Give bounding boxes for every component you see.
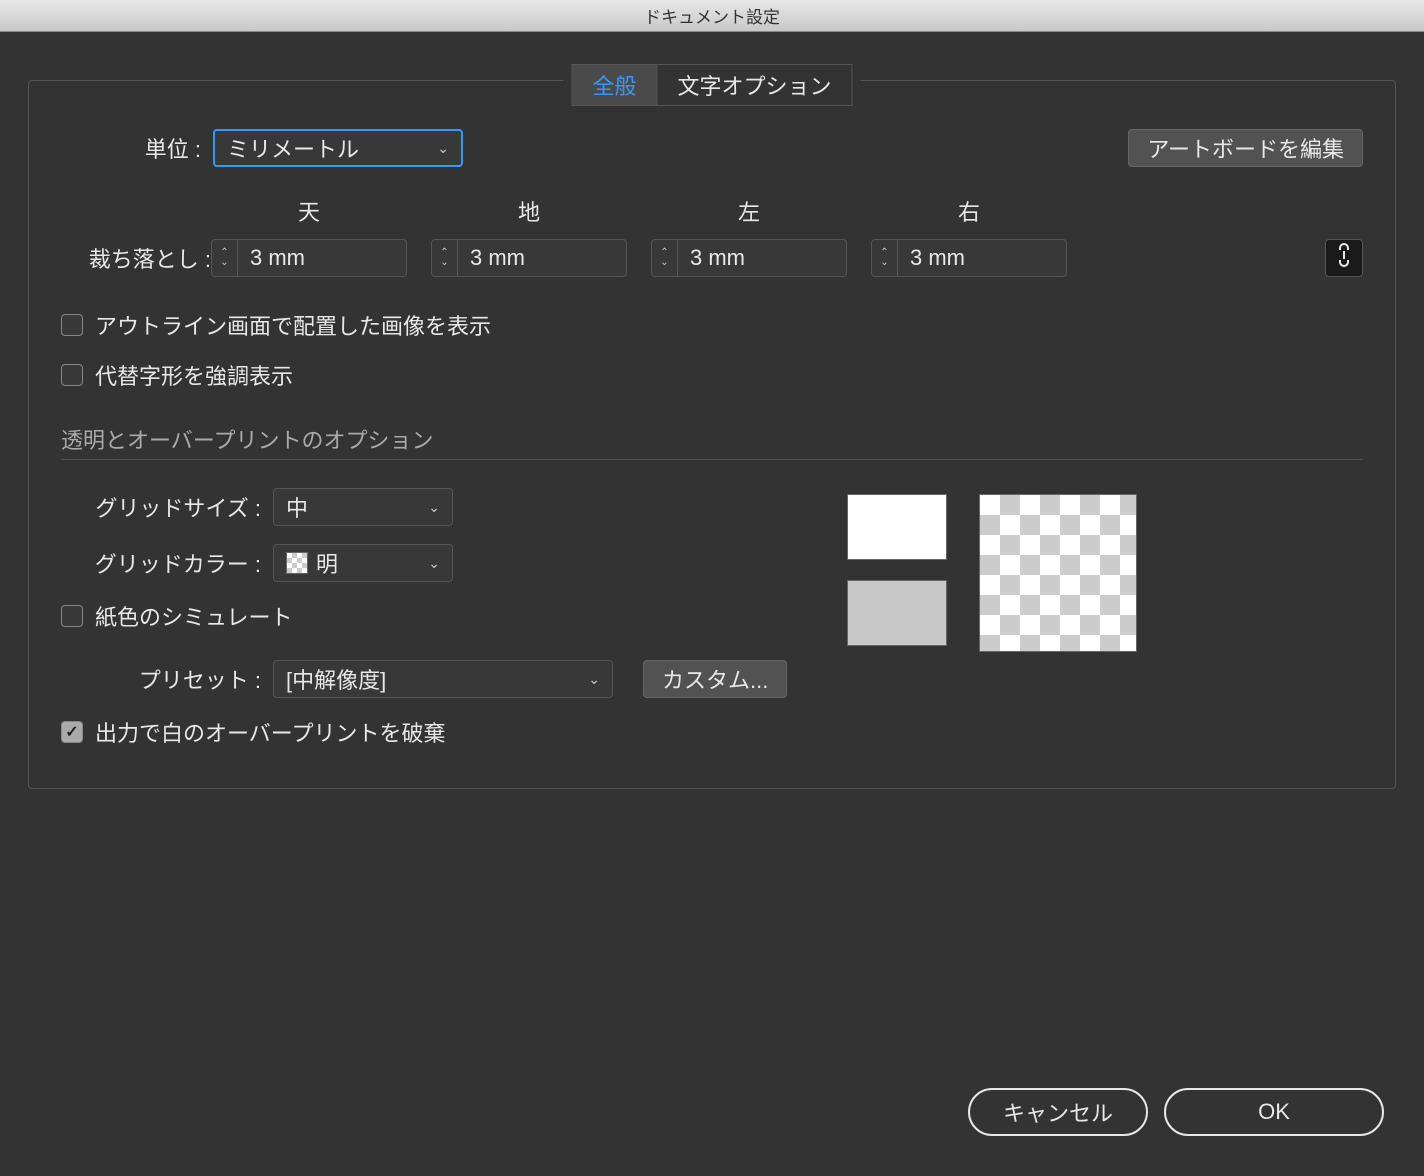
swatch-gray[interactable] xyxy=(847,580,947,646)
bleed-left-spinner[interactable]: ⌃⌄ 3 mm xyxy=(651,239,847,277)
stepper-icon[interactable]: ⌃⌄ xyxy=(211,239,237,277)
general-panel: 単位 : ミリメートル ⌄ アートボードを編集 天 地 左 右 裁ち落とし : xyxy=(28,80,1396,789)
checkbox-highlight-glyphs[interactable]: 代替字形を強調表示 xyxy=(61,359,1363,391)
checker-icon xyxy=(286,552,308,574)
grid-size-label: グリッドサイズ : xyxy=(61,491,261,523)
units-value: ミリメートル xyxy=(227,132,359,164)
bleed-top-label: 天 xyxy=(211,195,407,227)
grid-size-value: 中 xyxy=(286,491,308,523)
bleed-left-input[interactable]: 3 mm xyxy=(677,239,847,277)
checker-preview xyxy=(979,494,1137,652)
bleed-left-label: 左 xyxy=(651,195,847,227)
ok-button[interactable]: OK xyxy=(1164,1088,1384,1136)
bleed-label: 裁ち落とし : xyxy=(61,242,211,274)
section-transparency-overprint: 透明とオーバープリントのオプション xyxy=(61,423,1363,460)
bleed-right-input[interactable]: 3 mm xyxy=(897,239,1067,277)
checkbox-icon xyxy=(61,314,83,336)
cancel-button[interactable]: キャンセル xyxy=(968,1088,1148,1136)
bleed-right-spinner[interactable]: ⌃⌄ 3 mm xyxy=(871,239,1067,277)
bleed-bottom-spinner[interactable]: ⌃⌄ 3 mm xyxy=(431,239,627,277)
link-values-button[interactable] xyxy=(1325,239,1363,277)
chevron-down-icon: ⌄ xyxy=(437,140,449,157)
grid-color-value: 明 xyxy=(316,547,338,579)
chevron-down-icon: ⌄ xyxy=(588,671,600,688)
swatch-white[interactable] xyxy=(847,494,947,560)
tab-type-options[interactable]: 文字オプション xyxy=(658,64,853,106)
window-title: ドキュメント設定 xyxy=(0,0,1424,32)
grid-size-select[interactable]: 中 ⌄ xyxy=(273,488,453,526)
bleed-right-label: 右 xyxy=(871,195,1067,227)
units-select[interactable]: ミリメートル ⌄ xyxy=(213,129,463,167)
tab-general[interactable]: 全般 xyxy=(571,64,657,106)
bleed-bottom-input[interactable]: 3 mm xyxy=(457,239,627,277)
bleed-top-spinner[interactable]: ⌃⌄ 3 mm xyxy=(211,239,407,277)
chevron-down-icon: ⌄ xyxy=(428,555,440,572)
edit-artboards-button[interactable]: アートボードを編集 xyxy=(1128,129,1363,167)
grid-color-select[interactable]: 明 ⌄ xyxy=(273,544,453,582)
transparency-preview xyxy=(847,494,1137,748)
preset-value: [中解像度] xyxy=(286,663,386,695)
checkbox-simulate-paper[interactable]: 紙色のシミュレート xyxy=(61,600,787,632)
grid-color-label: グリッドカラー : xyxy=(61,547,261,579)
checkbox-highlight-glyphs-label: 代替字形を強調表示 xyxy=(95,359,293,391)
stepper-icon[interactable]: ⌃⌄ xyxy=(651,239,677,277)
link-icon xyxy=(1335,243,1353,273)
preset-select[interactable]: [中解像度] ⌄ xyxy=(273,660,613,698)
checkbox-discard-overprint-label: 出力で白のオーバープリントを破棄 xyxy=(95,716,445,748)
checkbox-show-outline[interactable]: アウトライン画面で配置した画像を表示 xyxy=(61,309,1363,341)
chevron-down-icon: ⌄ xyxy=(428,499,440,516)
bleed-top-input[interactable]: 3 mm xyxy=(237,239,407,277)
stepper-icon[interactable]: ⌃⌄ xyxy=(431,239,457,277)
checkbox-icon xyxy=(61,605,83,627)
stepper-icon[interactable]: ⌃⌄ xyxy=(871,239,897,277)
bleed-bottom-label: 地 xyxy=(431,195,627,227)
custom-button[interactable]: カスタム... xyxy=(643,660,787,698)
checkbox-show-outline-label: アウトライン画面で配置した画像を表示 xyxy=(95,309,491,341)
units-label: 単位 : xyxy=(61,132,201,164)
checkbox-discard-overprint[interactable]: 出力で白のオーバープリントを破棄 xyxy=(61,716,787,748)
tab-bar: 全般 文字オプション xyxy=(563,64,860,106)
preset-label: プリセット : xyxy=(61,663,261,695)
checkbox-simulate-paper-label: 紙色のシミュレート xyxy=(95,600,293,632)
checkbox-icon xyxy=(61,721,83,743)
checkbox-icon xyxy=(61,364,83,386)
